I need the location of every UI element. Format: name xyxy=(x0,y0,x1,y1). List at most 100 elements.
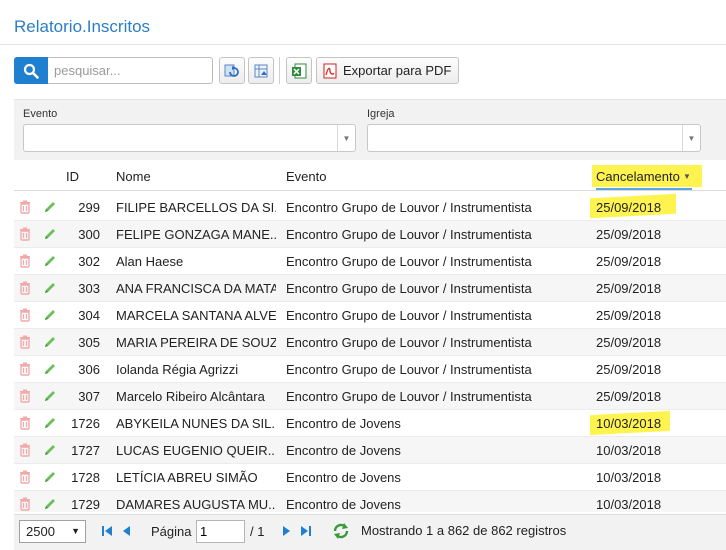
cell-evento: Encontro Grupo de Louvor / Instrumentist… xyxy=(286,281,532,296)
cell-id: 304 xyxy=(78,308,100,323)
delete-icon[interactable] xyxy=(18,281,32,295)
evento-filter-label: Evento xyxy=(23,108,58,120)
delete-icon[interactable] xyxy=(18,362,32,376)
delete-icon[interactable] xyxy=(18,227,32,241)
cell-id: 1727 xyxy=(71,443,100,458)
cell-id: 1726 xyxy=(71,416,100,431)
cell-nome: FILIPE BARCELLOS DA SI... xyxy=(116,200,276,215)
table-row[interactable]: 1729 DAMARES AUGUSTA MU... Encontro de Jov… xyxy=(14,491,726,512)
column-header-id[interactable]: ID xyxy=(66,169,79,184)
delete-icon[interactable] xyxy=(18,200,32,214)
excel-icon xyxy=(292,63,307,78)
table-row[interactable]: 304 MARCELA SANTANA ALVES Encontro Grupo d… xyxy=(14,302,726,329)
table-row[interactable]: 306 Iolanda Régia Agrizzi Encontro Grupo d… xyxy=(14,356,726,383)
edit-icon[interactable] xyxy=(43,227,57,241)
export-excel-button[interactable] xyxy=(286,57,312,84)
cell-evento: Encontro de Jovens xyxy=(286,497,401,512)
first-page-icon[interactable] xyxy=(100,524,114,538)
delete-icon[interactable] xyxy=(18,389,32,403)
edit-icon[interactable] xyxy=(43,281,57,295)
grid-header: ID Nome Evento Cancelamento ▼ xyxy=(14,160,726,191)
cell-id: 306 xyxy=(78,362,100,377)
table-row[interactable]: 307 Marcelo Ribeiro Alcântara Encontro Gru… xyxy=(14,383,726,410)
edit-icon[interactable] xyxy=(43,389,57,403)
edit-icon[interactable] xyxy=(43,416,57,430)
igreja-select[interactable]: ▼ xyxy=(367,124,701,152)
cell-cancelamento: 25/09/2018 xyxy=(596,200,662,215)
table-row[interactable]: 302 Alan Haese Encontro Grupo de Louvor / … xyxy=(14,248,726,275)
edit-icon[interactable] xyxy=(43,308,57,322)
cell-evento: Encontro Grupo de Louvor / Instrumentist… xyxy=(286,227,532,242)
chevron-down-icon: ▼ xyxy=(337,125,355,151)
page-size-select[interactable]: 2500 ▼ xyxy=(19,520,86,543)
sort-desc-icon[interactable]: ▼ xyxy=(683,172,691,181)
toolbar-separator xyxy=(279,57,280,84)
delete-icon[interactable] xyxy=(18,416,32,430)
table-row[interactable]: 1728 LETÍCIA ABREU SIMÃO Encontro de Joven… xyxy=(14,464,726,491)
table-row[interactable]: 305 MARIA PEREIRA DE SOUZA Encontro Grupo … xyxy=(14,329,726,356)
cell-evento: Encontro Grupo de Louvor / Instrumentist… xyxy=(286,362,532,377)
table-row[interactable]: 1727 LUCAS EUGENIO QUEIR... Encontro de Jo… xyxy=(14,437,726,464)
cell-cancelamento: 25/09/2018 xyxy=(596,389,662,404)
page-total: / 1 xyxy=(250,524,265,539)
cell-cancelamento: 25/09/2018 xyxy=(596,281,662,296)
table-row[interactable]: 299 FILIPE BARCELLOS DA SI... Encontro Gru… xyxy=(14,194,726,221)
cell-nome: LUCAS EUGENIO QUEIR... xyxy=(116,443,276,458)
cell-nome: ANA FRANCISCA DA MATA xyxy=(116,281,276,296)
delete-icon[interactable] xyxy=(18,443,32,457)
page-number-input[interactable] xyxy=(196,520,245,543)
table-row[interactable]: 303 ANA FRANCISCA DA MATA Encontro Grupo d… xyxy=(14,275,726,302)
previous-page-icon[interactable] xyxy=(120,524,134,538)
table-row[interactable]: 1726 ABYKEILA NUNES DA SIL... Encontro de … xyxy=(14,410,726,437)
delete-icon[interactable] xyxy=(18,497,32,511)
edit-icon[interactable] xyxy=(43,200,57,214)
column-chooser-button[interactable] xyxy=(248,57,274,84)
edit-icon[interactable] xyxy=(43,362,57,376)
cell-id: 305 xyxy=(78,335,100,350)
edit-icon[interactable] xyxy=(43,497,57,511)
edit-icon[interactable] xyxy=(43,254,57,268)
evento-select[interactable]: ▼ xyxy=(23,124,356,152)
cell-evento: Encontro de Jovens xyxy=(286,443,401,458)
last-page-icon[interactable] xyxy=(299,524,313,538)
search-input[interactable] xyxy=(48,57,213,84)
cell-evento: Encontro Grupo de Louvor / Instrumentist… xyxy=(286,335,532,350)
edit-icon[interactable] xyxy=(43,443,57,457)
cell-cancelamento: 25/09/2018 xyxy=(596,227,662,242)
column-header-cancelamento[interactable]: Cancelamento xyxy=(596,169,680,184)
table-row[interactable]: 300 FELIPE GONZAGA MANE... Encontro Grupo … xyxy=(14,221,726,248)
edit-icon[interactable] xyxy=(43,470,57,484)
pdf-button-label: Exportar para PDF xyxy=(343,63,452,78)
delete-icon[interactable] xyxy=(18,308,32,322)
cell-evento: Encontro Grupo de Louvor / Instrumentist… xyxy=(286,200,532,215)
cell-id: 299 xyxy=(78,200,100,215)
cell-id: 303 xyxy=(78,281,100,296)
search-icon xyxy=(23,63,39,79)
delete-icon[interactable] xyxy=(18,470,32,484)
cell-cancelamento: 10/03/2018 xyxy=(596,416,662,431)
page-title: Relatorio.Inscritos xyxy=(14,17,151,36)
delete-icon[interactable] xyxy=(18,254,32,268)
column-chooser-icon xyxy=(254,64,268,77)
delete-icon[interactable] xyxy=(18,335,32,349)
refresh-icon[interactable] xyxy=(332,522,350,540)
cell-cancelamento: 10/03/2018 xyxy=(596,497,662,512)
edit-icon[interactable] xyxy=(43,335,57,349)
cell-nome: DAMARES AUGUSTA MU... xyxy=(116,497,276,512)
export-pdf-button[interactable]: Exportar para PDF xyxy=(316,57,459,84)
results-grid: ID Nome Evento Cancelamento ▼ 299 FILIPE … xyxy=(14,160,726,512)
grid-rows: 299 FILIPE BARCELLOS DA SI... Encontro Gru… xyxy=(14,193,726,512)
next-page-icon[interactable] xyxy=(279,524,293,538)
cell-nome: Marcelo Ribeiro Alcântara xyxy=(116,389,265,404)
filter-panel: Evento ▼ Igreja ▼ xyxy=(14,99,726,160)
cell-evento: Encontro Grupo de Louvor / Instrumentist… xyxy=(286,254,532,269)
cell-id: 1728 xyxy=(71,470,100,485)
column-header-evento[interactable]: Evento xyxy=(286,169,326,184)
cell-evento: Encontro de Jovens xyxy=(286,416,401,431)
search-button[interactable] xyxy=(14,57,48,84)
refresh-button[interactable] xyxy=(219,57,245,84)
cell-id: 1729 xyxy=(71,497,100,512)
cell-nome: Iolanda Régia Agrizzi xyxy=(116,362,239,377)
column-header-nome[interactable]: Nome xyxy=(116,169,151,184)
igreja-filter-label: Igreja xyxy=(367,108,395,120)
